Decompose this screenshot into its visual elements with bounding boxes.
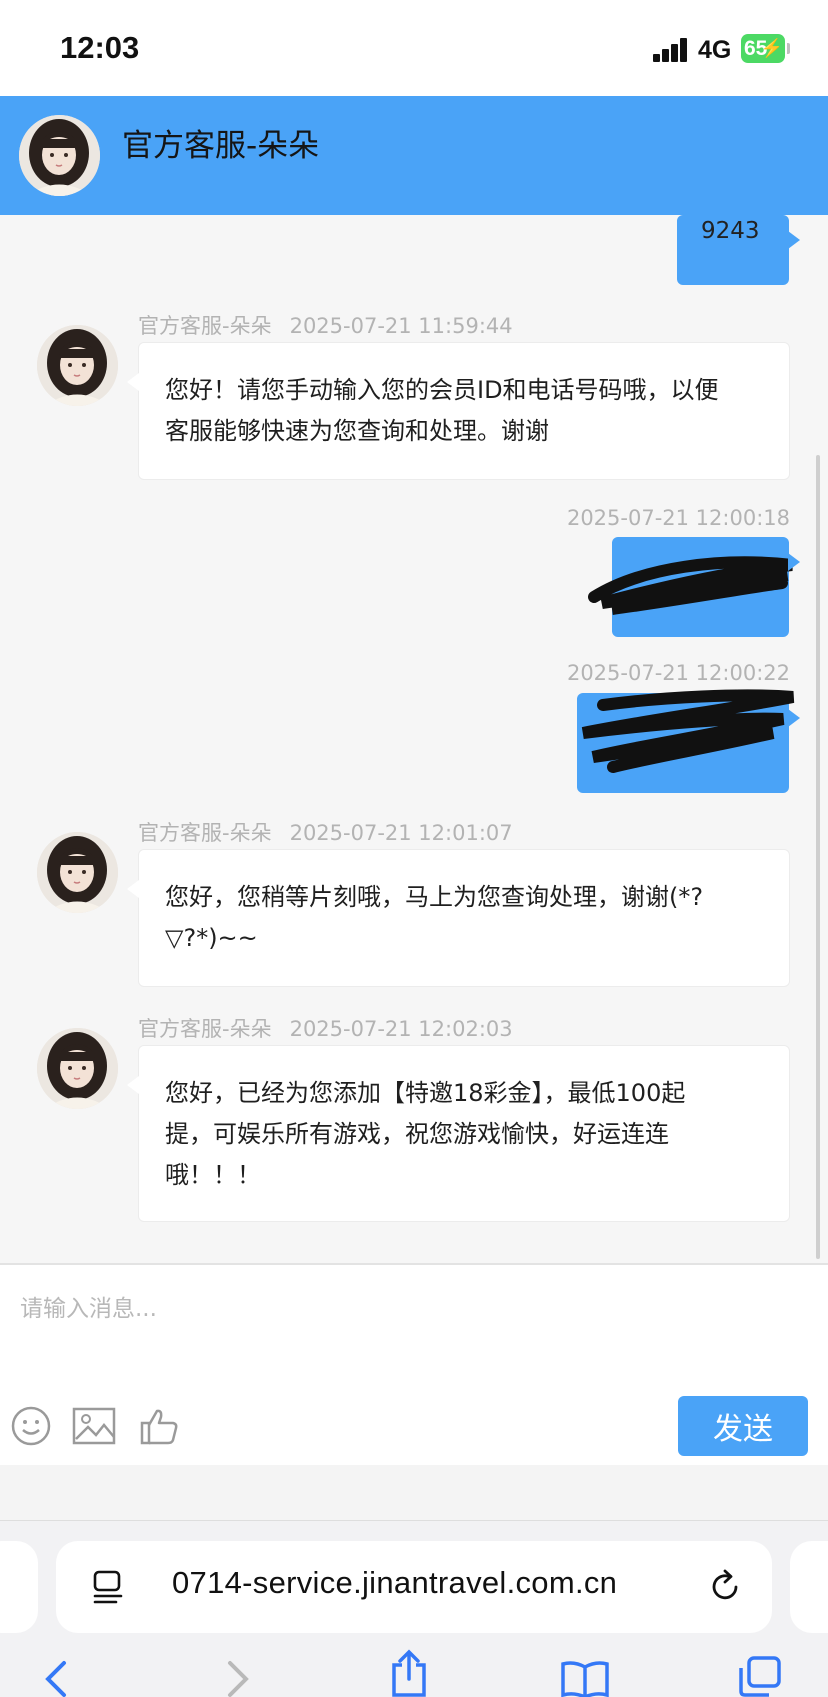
image-icon[interactable] [72, 1405, 116, 1447]
message-line: 您好！请您手动输入您的会员ID和电话号码哦，以便 [165, 376, 719, 404]
status-time: 12:03 [60, 30, 140, 65]
chat-title: 官方客服-朵朵 [122, 128, 320, 164]
previous-tab-peek[interactable] [0, 1541, 38, 1633]
tabs-overview-icon[interactable] [737, 1655, 783, 1697]
outgoing-message-redacted [588, 537, 800, 637]
scrollbar[interactable] [816, 455, 820, 1259]
message-timestamp: 2025-07-21 12:02:03 [289, 1017, 513, 1041]
incoming-message: 您好！请您手动输入您的会员ID和电话号码哦，以便 客服能够快速为您查询和处理。谢… [127, 342, 790, 480]
smile-icon[interactable] [10, 1405, 52, 1447]
sender-name: 官方客服-朵朵 [138, 821, 272, 845]
message-line: 提，可娱乐所有游戏，祝您游戏愉快，好运连连 [165, 1120, 669, 1148]
status-bar: 12:03 4G 65 ⚡ [0, 0, 828, 96]
reload-icon[interactable] [708, 1569, 744, 1605]
message-meta: 官方客服-朵朵 2025-07-21 12:02:03 [138, 1013, 513, 1043]
message-input[interactable] [20, 1289, 800, 1329]
address-bar[interactable]: 0714-service.jinantravel.com.cn [56, 1541, 772, 1633]
network-label: 4G [698, 36, 732, 64]
incoming-message: 您好，已经为您添加【特邀18彩金】，最低100起 提，可娱乐所有游戏，祝您游戏愉… [127, 1045, 790, 1222]
agent-avatar [37, 1028, 118, 1109]
page-bottom-gap [0, 1465, 828, 1520]
outgoing-message-redacted [577, 689, 800, 793]
message-line: 哦！！！ [165, 1161, 261, 1189]
thumbs-up-icon[interactable] [138, 1405, 180, 1447]
message-timestamp: 2025-07-21 12:00:18 [566, 506, 790, 530]
message-timestamp: 2025-07-21 12:01:07 [289, 821, 513, 845]
sender-name: 官方客服-朵朵 [138, 314, 272, 338]
message-meta: 官方客服-朵朵 2025-07-21 11:59:44 [138, 310, 513, 340]
composer: 发送 [0, 1263, 828, 1465]
message-line: 您好，已经为您添加【特邀18彩金】，最低100起 [165, 1079, 686, 1107]
forward-icon[interactable] [222, 1659, 252, 1697]
message-timestamp: 2025-07-21 12:00:22 [566, 661, 790, 685]
share-icon[interactable] [388, 1649, 430, 1697]
outgoing-message: 9243 [677, 215, 800, 285]
browser-toolbar: 0714-service.jinantravel.com.cn [0, 1520, 828, 1697]
redaction-scribble [588, 556, 793, 615]
message-meta: 官方客服-朵朵 2025-07-21 12:01:07 [138, 817, 513, 847]
incoming-message: 您好，您稍等片刻哦，马上为您查询处理，谢谢(*? ▽?*)~~ [127, 849, 790, 987]
message-text: 9243 [701, 218, 760, 244]
message-list[interactable]: 9243 官方客服-朵朵 2025-07-21 11:59:44 您好！请您手动输… [0, 215, 828, 1263]
tabs-icon[interactable] [92, 1569, 124, 1605]
url-text: 0714-service.jinantravel.com.cn [172, 1565, 618, 1600]
agent-avatar [37, 832, 118, 913]
next-tab-peek[interactable] [790, 1541, 828, 1633]
message-line: ▽?*)~~ [165, 924, 258, 952]
signal-icon [653, 38, 689, 62]
redaction-scribble [581, 689, 795, 773]
message-timestamp: 2025-07-21 11:59:44 [289, 314, 513, 338]
chat-header: 官方客服-朵朵 [0, 96, 828, 215]
message-line: 您好，您稍等片刻哦，马上为您查询处理，谢谢(*? [165, 883, 704, 911]
send-button[interactable]: 发送 [678, 1396, 808, 1456]
back-icon[interactable] [42, 1659, 72, 1697]
message-line: 客服能够快速为您查询和处理。谢谢 [165, 417, 549, 445]
agent-avatar [37, 325, 118, 406]
battery-icon: 65 ⚡ [741, 34, 790, 63]
agent-avatar [19, 115, 100, 196]
charging-icon: ⚡ [760, 38, 783, 58]
sender-name: 官方客服-朵朵 [138, 1017, 272, 1041]
bookmarks-icon[interactable] [560, 1659, 610, 1697]
